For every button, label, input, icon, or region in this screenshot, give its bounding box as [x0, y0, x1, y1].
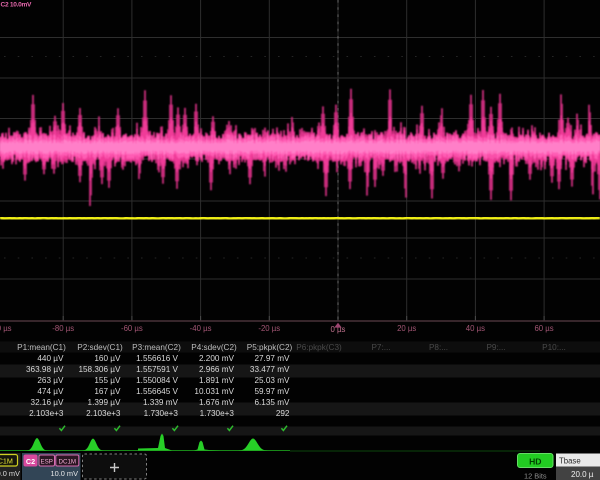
- svg-text:P6:pkpk(C3): P6:pkpk(C3): [296, 343, 342, 352]
- svg-text:P7:...: P7:...: [371, 343, 390, 352]
- svg-text:167 µV: 167 µV: [94, 387, 121, 396]
- svg-text:C2: C2: [26, 457, 35, 466]
- svg-text:C2 10.0mV: C2 10.0mV: [1, 2, 33, 9]
- svg-text:1.556616 V: 1.556616 V: [136, 354, 178, 363]
- svg-text:P2:sdev(C1): P2:sdev(C1): [77, 343, 123, 352]
- svg-text:2.103e+3: 2.103e+3: [86, 409, 121, 418]
- svg-text:27.97 mV: 27.97 mV: [254, 354, 290, 363]
- svg-text:10.031 mV: 10.031 mV: [194, 387, 234, 396]
- svg-text:0 µs: 0 µs: [331, 325, 346, 334]
- svg-text:12 Bits: 12 Bits: [524, 472, 547, 480]
- svg-text:1.550084 V: 1.550084 V: [136, 376, 178, 385]
- svg-text:HD: HD: [529, 456, 541, 466]
- svg-text:158.306 µV: 158.306 µV: [78, 365, 121, 374]
- svg-text:440 µV: 440 µV: [37, 354, 64, 363]
- svg-text:P9:...: P9:...: [486, 343, 505, 352]
- svg-text:25.03 mV: 25.03 mV: [254, 376, 290, 385]
- svg-text:474 µV: 474 µV: [37, 387, 64, 396]
- svg-text:Tbase: Tbase: [559, 456, 581, 465]
- svg-text:P8:...: P8:...: [429, 343, 448, 352]
- svg-text:1.730e+3: 1.730e+3: [144, 409, 179, 418]
- svg-text:P5:pkpk(C2): P5:pkpk(C2): [247, 343, 293, 352]
- svg-text:-60 µs: -60 µs: [121, 324, 143, 333]
- svg-text:292: 292: [276, 409, 290, 418]
- svg-text:DC1M: DC1M: [59, 458, 77, 465]
- svg-text:59.97 mV: 59.97 mV: [254, 387, 290, 396]
- svg-text:20.0 µ: 20.0 µ: [571, 470, 594, 479]
- svg-text:1.676 mV: 1.676 mV: [199, 398, 235, 407]
- svg-text:1.556645 V: 1.556645 V: [136, 387, 178, 396]
- svg-text:20 µs: 20 µs: [397, 324, 416, 333]
- svg-text:1.730e+3: 1.730e+3: [200, 409, 235, 418]
- svg-text:10.0 mV: 10.0 mV: [50, 469, 78, 478]
- svg-text:2.966 mV: 2.966 mV: [199, 365, 235, 374]
- svg-text:1.557591 V: 1.557591 V: [136, 365, 178, 374]
- svg-text:40 µs: 40 µs: [466, 324, 485, 333]
- svg-text:60 µs: 60 µs: [534, 324, 553, 333]
- svg-text:363.98 µV: 363.98 µV: [26, 365, 64, 374]
- svg-text:P10:...: P10:...: [542, 343, 566, 352]
- svg-text:1.339 mV: 1.339 mV: [143, 398, 179, 407]
- svg-text:155 µV: 155 µV: [94, 376, 121, 385]
- svg-text:-40 µs: -40 µs: [190, 324, 212, 333]
- svg-text:32.16 µV: 32.16 µV: [31, 398, 64, 407]
- svg-text:-20 µs: -20 µs: [258, 324, 280, 333]
- svg-text:33.477 mV: 33.477 mV: [250, 365, 290, 374]
- svg-text:0.0 mV: 0.0 mV: [0, 469, 20, 478]
- svg-text:ESP: ESP: [41, 458, 53, 465]
- svg-text:6.135 mV: 6.135 mV: [254, 398, 290, 407]
- svg-text:DC1M: DC1M: [0, 456, 13, 465]
- svg-text:263 µV: 263 µV: [37, 376, 64, 385]
- svg-text:P4:sdev(C2): P4:sdev(C2): [191, 343, 237, 352]
- svg-text:2.103e+3: 2.103e+3: [29, 409, 64, 418]
- svg-text:2.200 mV: 2.200 mV: [199, 354, 235, 363]
- svg-text:P3:mean(C2): P3:mean(C2): [132, 343, 181, 352]
- svg-text:P1:mean(C1): P1:mean(C1): [17, 343, 66, 352]
- svg-text:-80 µs: -80 µs: [52, 324, 74, 333]
- svg-text:160 µV: 160 µV: [94, 354, 121, 363]
- svg-text:1.399 µV: 1.399 µV: [88, 398, 121, 407]
- svg-text:1.891 mV: 1.891 mV: [199, 376, 235, 385]
- svg-text:-100 µs: -100 µs: [0, 324, 12, 333]
